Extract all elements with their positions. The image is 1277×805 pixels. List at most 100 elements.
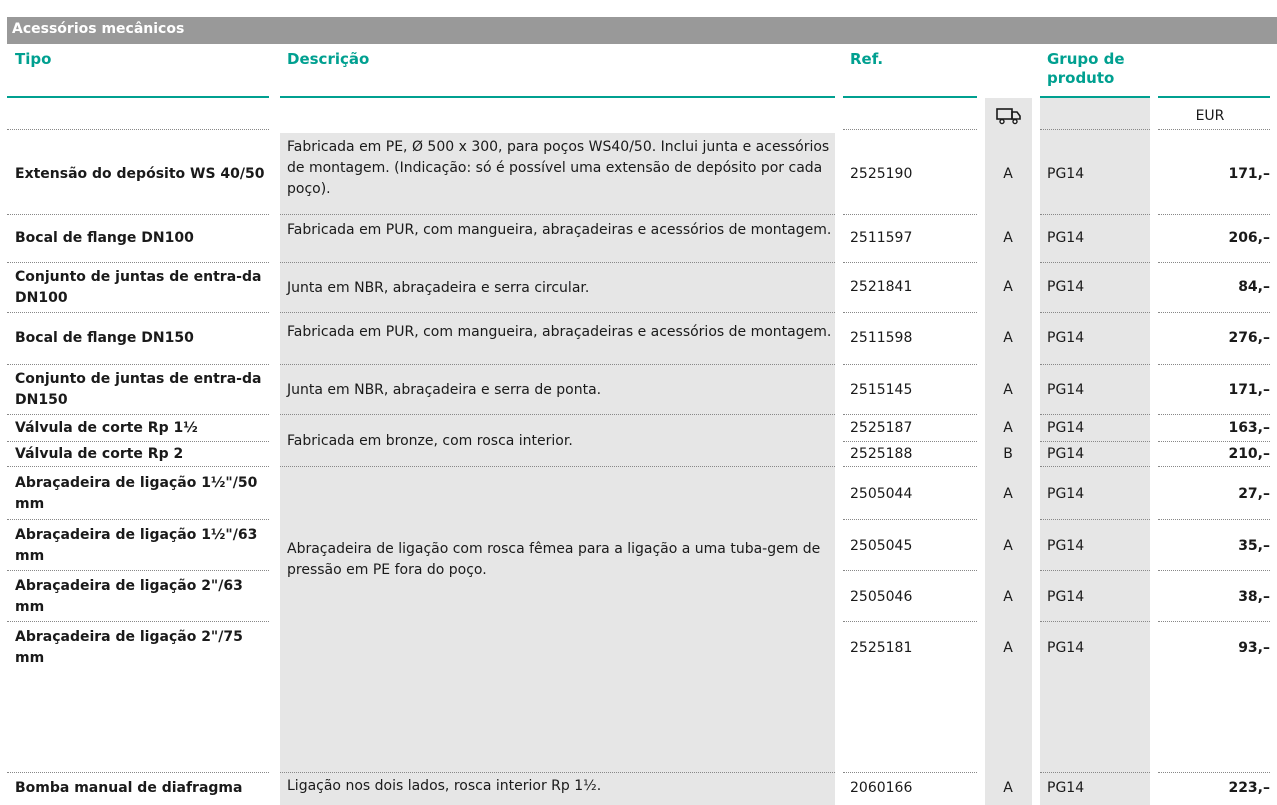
row-divider [280,772,835,773]
section-title: Acessórios mecânicos [12,21,185,37]
availability-class-cell-text: A [1003,779,1013,796]
product-group-cell-text: PG14 [1047,537,1085,554]
row-divider [7,414,269,415]
row-divider [843,262,977,263]
reference-cell-text: 2511597 [850,230,913,246]
header-ref: Ref. [850,50,884,68]
description-cell: Junta em NBR, abraçadeira e serra circul… [287,265,832,312]
row-divider [843,214,977,215]
row-divider [280,414,835,415]
product-type-cell: Bocal de flange DN100 [15,215,265,262]
row-divider [843,312,977,313]
description-cell: Fabricada em PUR, com mangueira, abraçad… [287,324,832,340]
reference-cell: 2525188 [850,442,970,467]
reference-cell: 2525187 [850,416,970,441]
row-divider [1158,312,1270,313]
row-divider [1158,441,1270,442]
row-divider [1040,129,1150,130]
row-divider [843,570,977,571]
reference-cell: 2515145 [850,365,970,415]
header-grupo: Grupo de produto [1047,50,1125,88]
row-divider [7,621,269,622]
reference-cell: 2060166 [850,773,970,803]
price-cell-text: 206,– [1228,230,1270,246]
description-text: Fabricada em bronze, com rosca interior. [287,432,573,449]
truck-icon [996,108,1021,125]
description-text: Junta em NBR, abraçadeira e serra de pon… [287,382,602,398]
price-cell: 35,– [1150,521,1270,571]
row-divider [7,262,269,263]
row-divider [843,441,977,442]
row-divider [1040,570,1150,571]
reference-cell-text: 2505045 [850,537,913,554]
availability-class-cell-text: A [1003,639,1013,656]
product-type-cell-text: Bocal de flange DN150 [15,330,194,346]
price-cell-text: 38,– [1238,588,1270,605]
product-type-cell-text: Válvula de corte Rp 1½ [15,420,198,436]
row-divider [7,772,269,773]
header-grupo-line1: Grupo de [1047,50,1125,68]
row-divider [843,414,977,415]
row-divider [280,466,835,467]
row-divider [280,214,835,215]
row-divider [843,519,977,520]
product-type-cell: Abraçadeira de ligação 1½"/63 mm [15,521,265,571]
availability-class-cell: A [985,468,1031,520]
reference-cell-text: 2515145 [850,381,913,398]
row-divider [7,570,269,571]
description-cell: Junta em NBR, abraçadeira e serra de pon… [287,367,832,414]
row-divider [280,364,835,365]
availability-class-cell: A [985,215,1031,262]
availability-class-cell-text: A [1003,420,1013,436]
product-group-cell: PG14 [1047,215,1147,262]
price-cell-text: 223,– [1228,779,1270,796]
product-group-cell-text: PG14 [1047,381,1085,398]
product-group-cell-text: PG14 [1047,446,1085,462]
product-group-cell: PG14 [1047,468,1147,520]
reference-cell: 2525181 [850,623,970,673]
product-group-cell: PG14 [1047,133,1147,215]
product-group-cell: PG14 [1047,773,1147,803]
row-divider [280,312,835,313]
price-cell-text: 210,– [1228,446,1270,462]
product-group-cell-text: PG14 [1047,588,1085,605]
row-divider [1040,441,1150,442]
description-cell: Fabricada em bronze, com rosca interior. [287,415,832,467]
row-divider [1158,214,1270,215]
product-group-cell: PG14 [1047,416,1147,441]
row-divider [7,129,269,130]
availability-class-cell: A [985,416,1031,441]
product-type-cell: Conjunto de juntas de entra-da DN100 [15,263,265,312]
product-group-cell: PG14 [1047,572,1147,622]
availability-class-cell-text: A [1003,230,1013,246]
product-type-cell: Conjunto de juntas de entra-da DN150 [15,365,265,415]
product-group-cell-text: PG14 [1047,279,1085,295]
row-divider [1158,414,1270,415]
row-divider [1040,414,1150,415]
price-cell: 223,– [1150,773,1270,803]
row-divider [1040,519,1150,520]
reference-cell: 2525190 [850,133,970,215]
reference-cell-text: 2511598 [850,330,913,346]
price-cell: 93,– [1150,623,1270,673]
availability-class-cell: A [985,133,1031,215]
product-type-cell-text: Bocal de flange DN100 [15,230,194,246]
row-divider [1040,214,1150,215]
description-cell: Fabricada em PUR, com mangueira, abraçad… [287,222,832,238]
product-type-cell: Bomba manual de diafragma [15,773,265,803]
availability-class-cell-text: A [1003,279,1013,295]
price-cell-text: 27,– [1238,485,1270,502]
description-text: Junta em NBR, abraçadeira e serra circul… [287,280,590,296]
description-cell: Fabricada em PE, Ø 500 x 300, para poços… [287,139,830,197]
row-divider [1040,364,1150,365]
row-divider [1158,364,1270,365]
row-divider [843,621,977,622]
product-type-cell-text: Abraçadeira de ligação 1½"/63 mm [15,527,258,564]
availability-class-cell: A [985,365,1031,415]
row-divider [843,466,977,467]
product-type-cell: Extensão do depósito WS 40/50 [15,133,265,215]
row-divider [1158,772,1270,773]
product-type-cell-text: Abraçadeira de ligação 2"/63 mm [15,578,243,615]
product-group-cell-text: PG14 [1047,420,1085,436]
header-rule-ref [843,96,977,98]
